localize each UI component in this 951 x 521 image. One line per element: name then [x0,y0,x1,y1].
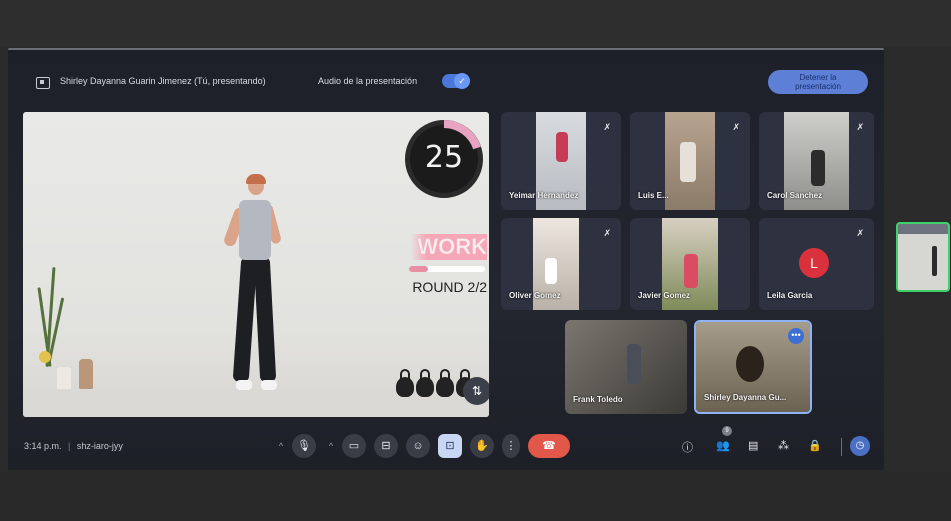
raise-hand-icon[interactable]: ✋ [470,434,494,458]
info-icon[interactable]: ⓘ [682,439,693,455]
participant-tile[interactable]: L ✗ Leila Garcia [759,218,874,310]
participant-figure [556,132,568,162]
check-icon: ✓ [454,73,470,89]
flower [39,351,51,363]
participant-name: Luis E... [638,191,669,200]
participant-figure [684,254,698,288]
mic-off-icon: ✗ [856,122,864,132]
clock-time: 3:14 p.m. [24,441,62,451]
participant-name: Frank Toledo [573,395,623,404]
thumbnail-header [898,224,948,234]
presentation-audio-label: Audio de la presentación [318,76,418,86]
instructor-shoe [236,380,252,390]
mic-off-icon: ✗ [603,122,611,132]
presenter-label: Shirley Dayanna Guarin Jimenez (Tú, pres… [60,76,266,86]
bottom-control-bar: 3:14 p.m. | shz-iaro-jyy ^ 🎙 ^ ▭ ⊟ ☺ ⊡ ✋… [8,424,884,470]
mic-off-icon: ✗ [732,122,740,132]
participant-figure [680,142,696,182]
participant-name: Leila Garcia [767,291,813,300]
meeting-info: 3:14 p.m. | shz-iaro-jyy [24,441,123,451]
people-icon[interactable]: 👥 [716,439,730,452]
work-progress-bar [409,266,485,272]
captions-icon[interactable]: ⊟ [374,434,398,458]
instructor-shoe [261,380,277,390]
avatar: L [799,248,829,278]
participant-tile-self[interactable]: ••• Shirley Dayanna Gu... [694,320,812,414]
activities-icon[interactable]: ⁂ [778,439,789,452]
more-options-icon[interactable]: ••• [788,328,804,344]
participant-name: Javier Gomez [638,291,691,300]
work-label: WORK [411,234,487,260]
backdrop [0,0,951,46]
instructor-torso [239,200,271,260]
participant-name: Oliver Gomez [509,291,561,300]
participant-name: Yeimar Hernandez [509,191,579,200]
instructor-hair [246,174,266,184]
mic-options-chevron-icon[interactable]: ^ [274,434,288,458]
chat-icon[interactable]: ▤ [748,439,758,452]
more-vert-icon[interactable]: ⋮ [502,434,520,458]
camera-icon[interactable]: ▭ [342,434,366,458]
top-bar: Shirley Dayanna Guarin Jimenez (Tú, pres… [8,50,884,110]
people-count-badge: 9 [722,426,732,436]
timer-icon[interactable]: ◷ [850,436,870,456]
participant-figure [811,150,825,186]
swap-layout-button[interactable]: ⇅ [463,377,489,405]
meet-window: Shirley Dayanna Guarin Jimenez (Tú, pres… [8,48,884,470]
thumbnail-figure [932,246,937,276]
separator: | [68,441,71,451]
participant-tile[interactable]: Javier Gomez [630,218,750,310]
participant-figure [736,346,764,382]
timer-value: 25 [424,140,464,175]
emoji-icon[interactable]: ☺ [406,434,430,458]
mic-icon[interactable]: 🎙 [292,434,316,458]
round-label: ROUND 2/2 [412,279,487,295]
kettlebell [436,369,454,397]
shared-screen-thumbnail[interactable] [896,222,950,292]
mic-off-icon: ✗ [856,228,864,238]
divider [841,438,842,456]
presentation-audio-toggle[interactable]: ✓ [442,73,470,89]
participant-tile[interactable]: ✗ Yeimar Hernandez [501,112,621,210]
participant-figure [627,344,641,384]
end-call-icon[interactable]: ☎ [528,434,570,458]
presentation-video[interactable]: 25 WORK ROUND 2/2 ⇅ [23,112,489,417]
mic-off-icon: ✗ [603,228,611,238]
stop-presenting-button[interactable]: Detener la presentación [768,70,868,94]
camera-options-chevron-icon[interactable]: ^ [324,434,338,458]
participant-tile[interactable]: Frank Toledo [565,320,687,414]
participant-tile[interactable]: ✗ Carol Sanchez [759,112,874,210]
participant-name: Shirley Dayanna Gu... [704,393,787,402]
participant-tile[interactable]: ✗ Oliver Gomez [501,218,621,310]
participant-figure [545,258,557,284]
present-screen-icon[interactable]: ⊡ [438,434,462,458]
instructor-leg [253,256,277,383]
participant-tile[interactable]: ✗ Luis E... [630,112,750,210]
participant-name: Carol Sanchez [767,191,823,200]
present-icon [36,77,50,89]
backdrop [0,470,951,521]
lock-icon[interactable]: 🔒 [808,439,822,452]
instructor-leg [232,256,258,383]
kettlebell [396,369,414,397]
kettlebell [416,369,434,397]
work-progress-fill [409,266,428,272]
meeting-code: shz-iaro-jyy [76,441,123,451]
vase [79,359,93,391]
